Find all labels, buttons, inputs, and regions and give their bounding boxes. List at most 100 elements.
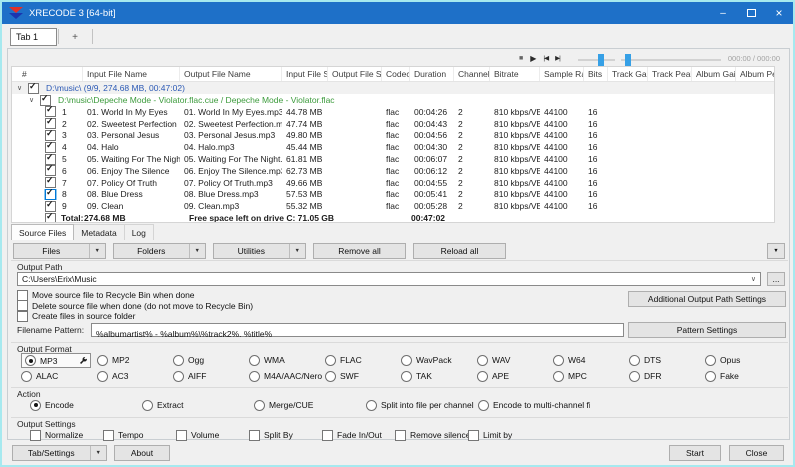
checkbox-limit-by[interactable]: Limit by (468, 428, 541, 442)
column-header[interactable]: Track Gain (608, 67, 648, 81)
column-header[interactable]: Input File Size (282, 67, 328, 81)
about-button[interactable]: About (114, 445, 170, 461)
tab-metadata[interactable]: Metadata (74, 224, 125, 240)
radio-wavpack[interactable]: WavPack (401, 353, 477, 367)
checkbox-remove-silence[interactable]: Remove silence (395, 428, 468, 442)
track-checkbox[interactable]: ✓ (45, 141, 56, 153)
additional-output-path-settings-button[interactable]: Additional Output Path Settings (628, 291, 786, 307)
tab-log[interactable]: Log (124, 224, 154, 240)
radio-encode-to-multi-channel-file[interactable]: Encode to multi-channel file (478, 398, 590, 412)
track-row[interactable]: ✓ 6 06. Enjoy The Silence 06. Enjoy The Sil… (12, 165, 774, 177)
column-header[interactable]: # (12, 67, 83, 81)
track-checkbox[interactable]: ✓ (45, 165, 56, 177)
radio-dts[interactable]: DTS (629, 353, 705, 367)
chevron-down-icon[interactable]: ▼ (89, 446, 106, 460)
utilities-button[interactable]: Utilities ▼ (213, 243, 306, 259)
volume-slider-handle[interactable] (598, 54, 604, 66)
column-header[interactable]: Bits (584, 67, 608, 81)
track-row[interactable]: ✓ 9 09. Clean 09. Clean.mp3 55.32 MB flac 00:0… (12, 200, 774, 212)
checkbox-normalize[interactable]: Normalize (30, 428, 103, 442)
radio-m4a-aac-nero[interactable]: M4A/AAC/Nero (249, 369, 325, 383)
checkbox-fade-in-out[interactable]: Fade In/Out (322, 428, 395, 442)
column-header[interactable]: Bitrate (490, 67, 540, 81)
radio-opus[interactable]: Opus (705, 353, 781, 367)
checkbox-create-files-in-source-folder[interactable]: Create files in source folder (17, 311, 253, 322)
column-header[interactable]: Duration (410, 67, 454, 81)
column-header[interactable]: Album Peak (736, 67, 774, 81)
track-row[interactable]: ✓ 8 08. Blue Dress 08. Blue Dress.mp3 57.53 … (12, 188, 774, 201)
track-checkbox[interactable]: ✓ (45, 200, 56, 212)
filename-pattern-input[interactable] (92, 328, 623, 340)
track-checkbox[interactable]: ✓ (44, 188, 57, 200)
play-button[interactable]: ▶ (530, 53, 536, 65)
radio-ogg[interactable]: Ogg (173, 353, 249, 367)
radio-merge-cue[interactable]: Merge/CUE (254, 398, 366, 412)
column-header[interactable]: Output File Size (328, 67, 382, 81)
chevron-down-icon[interactable]: ▼ (288, 244, 305, 258)
seek-slider-handle[interactable] (625, 54, 631, 66)
close-button[interactable]: × (765, 2, 793, 24)
volume-slider[interactable] (578, 54, 615, 66)
track-checkbox[interactable]: ✓ (45, 106, 56, 118)
close-dialog-button[interactable]: Close (729, 445, 784, 461)
column-header[interactable]: Album Gain (692, 67, 736, 81)
checkbox-tempo[interactable]: Tempo (103, 428, 176, 442)
column-header[interactable]: Track Peak (648, 67, 692, 81)
stop-button[interactable]: ■ (519, 53, 523, 65)
collapse-caret-icon[interactable]: ∨ (15, 84, 24, 92)
folders-button[interactable]: Folders ▼ (113, 243, 206, 259)
group-row-album[interactable]: ∨ ✓ D:\music\Depeche Mode - Violator.fla… (12, 94, 774, 106)
checkbox-move-source-file-to-recycle-bin-when-done[interactable]: Move source file to Recycle Bin when don… (17, 290, 253, 301)
group-row-root[interactable]: ∨ ✓ D:\music\ (9/9, 274.68 MB, 00:47:02) (12, 82, 774, 94)
output-path-input[interactable] (18, 273, 747, 285)
radio-split-into-file-per-channel[interactable]: Split into file per channel (366, 398, 478, 412)
radio-wav[interactable]: WAV (477, 353, 553, 367)
column-header[interactable]: Output File Name (180, 67, 282, 81)
track-checkbox[interactable]: ✓ (45, 129, 56, 141)
track-row[interactable]: ✓ 3 03. Personal Jesus 03. Personal Jesus.m… (12, 129, 774, 142)
start-button[interactable]: Start (669, 445, 721, 461)
column-header[interactable]: Channels (454, 67, 490, 81)
new-tab-button[interactable]: + (59, 28, 91, 46)
minimize-button[interactable]: – (709, 2, 737, 24)
track-row[interactable]: ✓ 1 01. World In My Eyes 01. World In My Ey… (12, 106, 774, 118)
radio-ape[interactable]: APE (477, 369, 553, 383)
pattern-settings-button[interactable]: Pattern Settings (628, 322, 786, 338)
radio-encode[interactable]: Encode (30, 398, 142, 412)
checkbox-volume[interactable]: Volume (176, 428, 249, 442)
combo-dropdown-icon[interactable]: ∨ (747, 275, 760, 283)
radio-aiff[interactable]: AIFF (173, 369, 249, 383)
column-header[interactable]: Sample Rate (540, 67, 584, 81)
files-button[interactable]: Files ▼ (13, 243, 106, 259)
total-checkbox[interactable]: ✓ (45, 212, 56, 222)
track-checkbox[interactable]: ✓ (45, 153, 56, 165)
checkbox-delete-source-file-when-done-do-not-move-to-recycle-bin-[interactable]: Delete source file when done (do not mov… (17, 300, 253, 311)
tab-settings-button[interactable]: Tab/Settings ▼ (12, 445, 107, 461)
track-checkbox[interactable]: ✓ (45, 177, 56, 189)
track-row[interactable]: ✓ 4 04. Halo 04. Halo.mp3 45.44 MB flac 00:04:… (12, 141, 774, 153)
radio-mp2[interactable]: MP2 (97, 353, 173, 367)
radio-fake[interactable]: Fake (705, 369, 781, 383)
radio-alac[interactable]: ALAC (21, 369, 97, 383)
radio-swf[interactable]: SWF (325, 369, 401, 383)
radio-mpc[interactable]: MPC (553, 369, 629, 383)
track-checkbox[interactable]: ✓ (45, 118, 56, 130)
seek-slider[interactable] (621, 54, 721, 66)
radio-flac[interactable]: FLAC (325, 353, 401, 367)
checkbox-split-by[interactable]: Split By (249, 428, 322, 442)
track-row[interactable]: ✓ 5 05. Waiting For The Night 05. Waiting F… (12, 153, 774, 165)
radio-mp3[interactable]: MP3 (21, 353, 91, 368)
more-options-button[interactable]: ▼ (767, 243, 785, 259)
track-row[interactable]: ✓ 2 02. Sweetest Perfection 02. Sweetest Pe… (12, 118, 774, 130)
track-row[interactable]: ✓ 7 07. Policy Of Truth 07. Policy Of Truth… (12, 177, 774, 189)
column-header[interactable]: Input File Name (83, 67, 180, 81)
radio-extract[interactable]: Extract (142, 398, 254, 412)
tab-source-files[interactable]: Source Files (11, 224, 75, 240)
radio-ac3[interactable]: AC3 (97, 369, 173, 383)
radio-dfr[interactable]: DFR (629, 369, 705, 383)
remove-all-button[interactable]: Remove all (313, 243, 406, 259)
tab-1[interactable]: Tab 1 (10, 28, 57, 46)
previous-track-button[interactable]: |◀ (543, 53, 549, 65)
chevron-down-icon[interactable]: ▼ (88, 244, 105, 258)
radio-tak[interactable]: TAK (401, 369, 477, 383)
